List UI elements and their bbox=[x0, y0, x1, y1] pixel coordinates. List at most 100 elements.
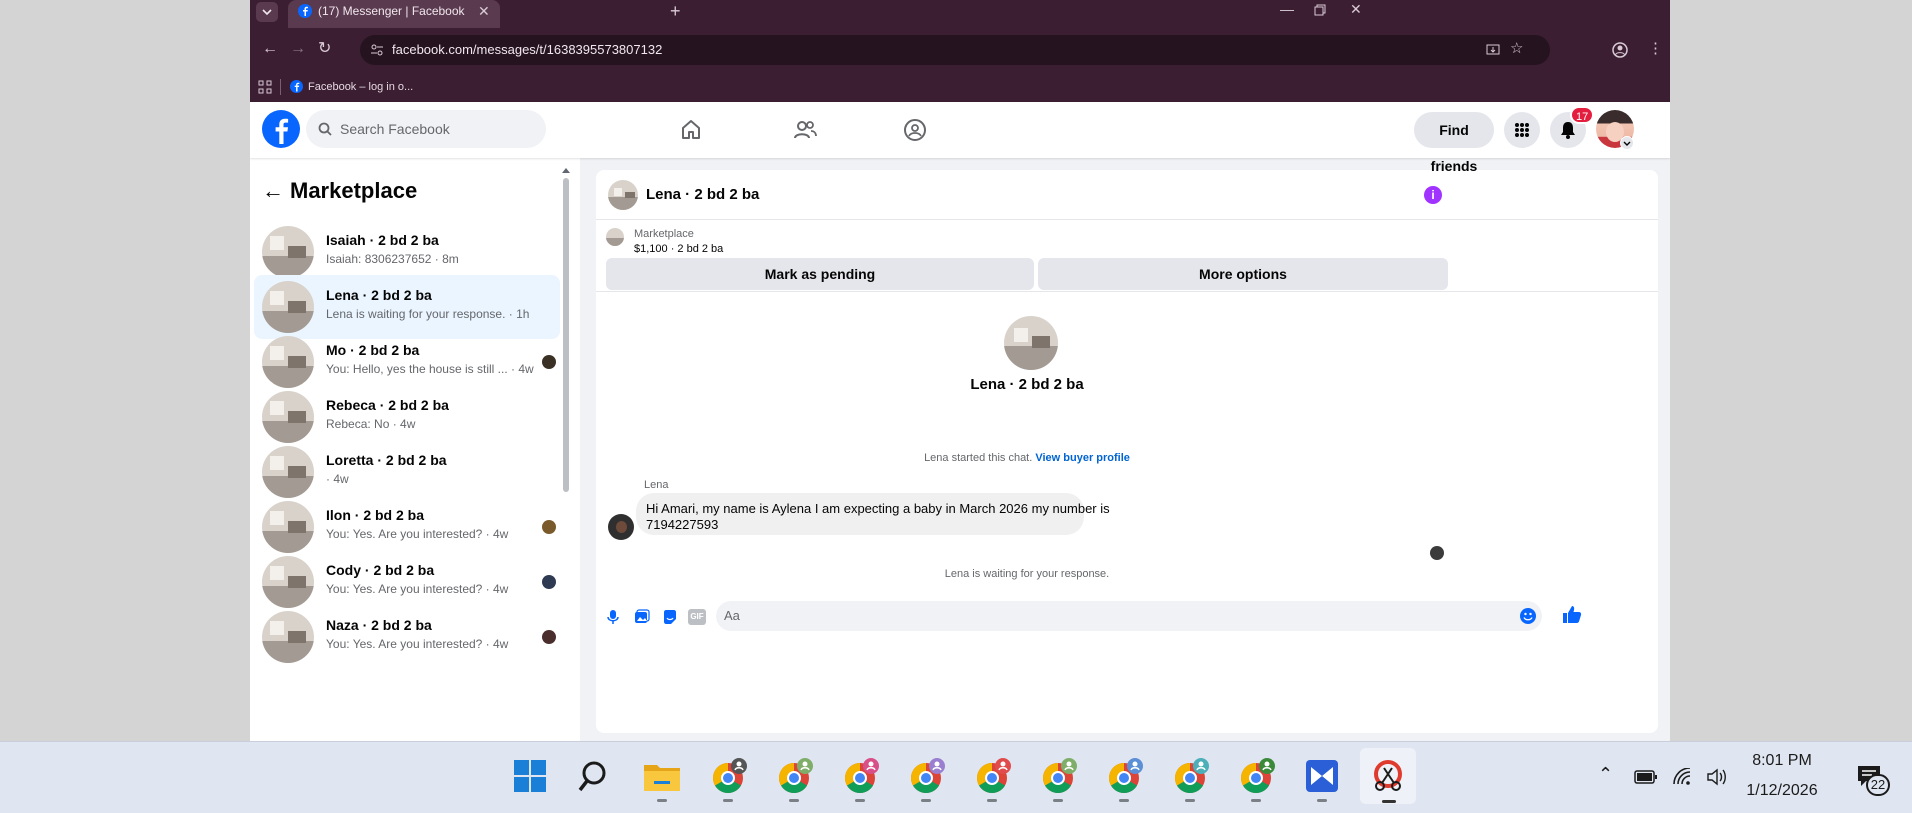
close-tab-icon[interactable]: ✕ bbox=[478, 4, 490, 18]
reload-icon[interactable]: ↻ bbox=[318, 41, 331, 57]
chrome-icon bbox=[1240, 758, 1275, 794]
facebook-header: Search Facebook Find friends 17 bbox=[250, 102, 1670, 174]
site-settings-icon[interactable] bbox=[370, 43, 384, 57]
install-app-icon[interactable] bbox=[1486, 43, 1500, 57]
close-window-icon[interactable]: ✕ bbox=[1350, 2, 1362, 16]
taskbar-chrome-profile[interactable] bbox=[970, 754, 1014, 802]
apps-grid-icon[interactable] bbox=[258, 80, 272, 94]
more-options-button[interactable]: More options bbox=[1038, 258, 1448, 290]
facebook-logo-icon[interactable] bbox=[262, 110, 300, 148]
taskbar-chrome-profile[interactable] bbox=[1036, 754, 1080, 802]
profile-icon[interactable] bbox=[1612, 42, 1628, 58]
mark-as-pending-button[interactable]: Mark as pending bbox=[606, 258, 1034, 290]
url-text[interactable]: facebook.com/messages/t/1638395573807132 bbox=[392, 35, 662, 65]
intro-avatar[interactable] bbox=[1004, 316, 1058, 370]
listing-details[interactable]: $1,100 · 2 bd 2 ba bbox=[634, 243, 723, 255]
sticker-icon[interactable] bbox=[662, 609, 678, 625]
message-line-1: Hi Amari, my name is Aylena I am expecti… bbox=[646, 501, 1110, 516]
chat-header-title[interactable]: Lena · 2 bd 2 ba bbox=[646, 186, 759, 203]
back-arrow-icon[interactable]: ← bbox=[262, 178, 284, 204]
emoji-icon[interactable] bbox=[1520, 608, 1536, 624]
tab-bar: (17) Messenger | Facebook ✕ + — ✕ bbox=[250, 0, 1670, 28]
taskbar-app-blue[interactable] bbox=[1300, 754, 1344, 802]
running-indicator bbox=[987, 799, 997, 802]
nav-home[interactable] bbox=[648, 106, 734, 154]
taskbar-search-button[interactable] bbox=[574, 754, 618, 798]
chrome-icon bbox=[976, 758, 1011, 794]
battery-icon[interactable] bbox=[1634, 770, 1658, 784]
listing-thumbnail-icon bbox=[262, 226, 314, 278]
view-buyer-profile-link[interactable]: View buyer profile bbox=[1035, 452, 1130, 464]
sidebar-scrollbar[interactable] bbox=[563, 178, 569, 492]
avatar-face bbox=[616, 521, 627, 533]
listing-thumbnail[interactable] bbox=[606, 228, 624, 246]
taskbar-file-explorer[interactable] bbox=[640, 754, 684, 802]
message-input[interactable]: Aa bbox=[716, 601, 1542, 631]
back-icon[interactable]: ← bbox=[262, 41, 278, 57]
search-icon bbox=[578, 761, 606, 792]
notification-center-button[interactable]: 22 bbox=[1856, 764, 1896, 798]
volume-icon[interactable] bbox=[1706, 768, 1728, 786]
taskbar-app-snipping[interactable] bbox=[1360, 748, 1416, 804]
taskbar-chrome-profile[interactable] bbox=[904, 754, 948, 802]
message-bubble[interactable]: Hi Amari, my name is Aylena I am expecti… bbox=[636, 493, 1110, 535]
notifications-button[interactable]: 17 bbox=[1550, 106, 1595, 148]
taskbar-chrome-profile[interactable] bbox=[838, 754, 882, 802]
address-bar[interactable]: facebook.com/messages/t/1638395573807132… bbox=[360, 35, 1550, 65]
home-icon bbox=[682, 120, 700, 139]
bell-icon bbox=[1561, 122, 1575, 139]
forward-icon[interactable]: → bbox=[290, 41, 306, 57]
photo-icon[interactable] bbox=[634, 609, 650, 625]
scroll-up-arrow[interactable] bbox=[562, 166, 570, 174]
nav-groups[interactable] bbox=[872, 106, 958, 154]
search-input[interactable]: Search Facebook bbox=[306, 110, 546, 148]
listing-thumbnail-icon bbox=[1004, 316, 1058, 370]
start-button[interactable] bbox=[508, 754, 552, 798]
chat-header: Lena · 2 bd 2 ba i bbox=[596, 170, 1658, 220]
taskbar-chrome-profile[interactable] bbox=[706, 754, 750, 802]
info-icon[interactable]: i bbox=[1424, 186, 1442, 204]
wifi-icon[interactable] bbox=[1672, 768, 1692, 786]
chrome-icon bbox=[1174, 758, 1209, 794]
clock-time[interactable]: 8:01 PM bbox=[1738, 752, 1826, 770]
listing-thumbnail-icon bbox=[262, 446, 314, 498]
tab-search-button[interactable] bbox=[256, 2, 278, 22]
microphone-icon[interactable] bbox=[606, 609, 620, 625]
conversation-name: Rebeca · 2 bd 2 ba bbox=[326, 397, 449, 413]
thumbs-up-icon[interactable] bbox=[1562, 605, 1582, 625]
sender-avatar[interactable] bbox=[608, 514, 634, 540]
nav-friends[interactable] bbox=[762, 106, 848, 154]
clock-date[interactable]: 1/12/2026 bbox=[1738, 782, 1826, 800]
tray-overflow-chevron-icon[interactable]: ⌃ bbox=[1598, 764, 1613, 785]
account-menu-button[interactable] bbox=[1620, 136, 1634, 150]
new-tab-icon[interactable]: + bbox=[670, 2, 681, 20]
minimize-icon[interactable]: — bbox=[1280, 2, 1294, 16]
tab-messenger[interactable]: (17) Messenger | Facebook ✕ bbox=[288, 0, 500, 28]
conversation-name: Naza · 2 bd 2 ba bbox=[326, 617, 432, 633]
conversation-snippet: You: Yes. Are you interested? · 4w bbox=[326, 527, 509, 541]
gif-icon[interactable]: GIF bbox=[688, 609, 706, 625]
listing-thumbnail-icon bbox=[606, 228, 624, 246]
conversation-name: Cody · 2 bd 2 ba bbox=[326, 562, 435, 578]
taskbar-chrome-profile[interactable] bbox=[1234, 754, 1278, 802]
menu-kebab-icon[interactable]: ⋮ bbox=[1648, 41, 1663, 56]
conversation-snippet: Isaiah: 8306237652 · 8m bbox=[326, 252, 459, 266]
triangle-up-icon bbox=[562, 168, 570, 173]
restore-icon[interactable] bbox=[1314, 4, 1326, 16]
conversation-item[interactable]: Naza · 2 bd 2 ba You: Yes. Are you intere… bbox=[254, 605, 560, 669]
taskbar-chrome-profile[interactable] bbox=[1102, 754, 1146, 802]
taskbar-chrome-profile[interactable] bbox=[772, 754, 816, 802]
menu-button[interactable] bbox=[1504, 112, 1540, 148]
taskbar-chrome-profile[interactable] bbox=[1168, 754, 1212, 802]
listing-thumbnail-icon bbox=[608, 180, 638, 210]
find-friends-button[interactable]: Find friends bbox=[1414, 112, 1494, 174]
conversation-avatar bbox=[262, 446, 314, 498]
active-indicator bbox=[1382, 800, 1396, 803]
running-indicator bbox=[1251, 799, 1261, 802]
bookmarks-divider bbox=[280, 79, 281, 95]
conversation-name: Lena · 2 bd 2 ba bbox=[326, 287, 432, 303]
chat-avatar[interactable] bbox=[608, 180, 638, 210]
intro-title: Lena · 2 bd 2 ba bbox=[970, 376, 1084, 393]
bookmark-star-icon[interactable]: ☆ bbox=[1510, 41, 1523, 56]
seen-indicator-avatar bbox=[1430, 546, 1444, 560]
